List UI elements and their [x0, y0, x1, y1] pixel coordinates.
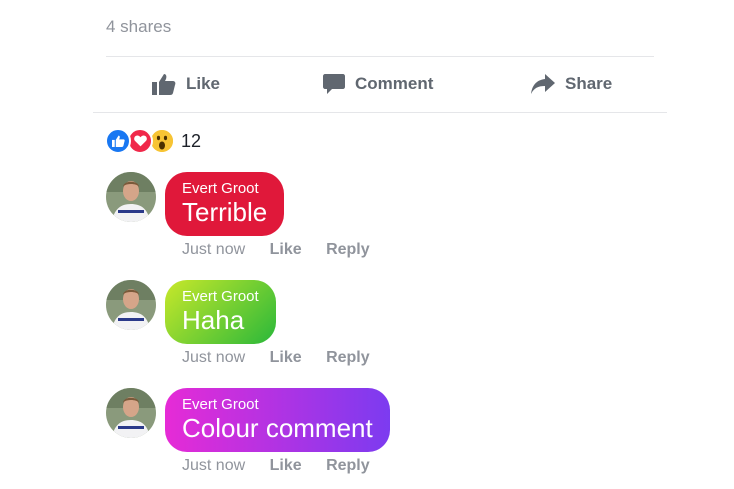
comment-author[interactable]: Evert Groot: [182, 288, 259, 306]
like-label: Like: [186, 74, 221, 93]
shares-count[interactable]: 4 shares: [106, 17, 171, 37]
comment-text: Haha: [182, 305, 245, 335]
divider-top: [106, 56, 654, 57]
comment-text: Colour comment: [182, 413, 373, 443]
comment-reply-link[interactable]: Reply: [326, 241, 370, 258]
comment-timestamp: Just now: [182, 241, 246, 258]
comment-like-link[interactable]: Like: [270, 457, 302, 474]
avatar[interactable]: [106, 172, 156, 222]
comment-timestamp: Just now: [182, 457, 246, 474]
comment-bubble[interactable]: Evert Groot Terrible: [165, 172, 285, 236]
comment-reply-link[interactable]: Reply: [326, 349, 370, 366]
comment-bubble[interactable]: Evert Groot Haha: [165, 280, 276, 344]
share-arrow-icon: [531, 74, 555, 94]
thumbs-up-icon: [152, 74, 176, 95]
comment-timestamp: Just now: [182, 349, 246, 366]
share-label: Share: [565, 74, 613, 93]
comment-like-link[interactable]: Like: [270, 241, 302, 258]
avatar[interactable]: [106, 280, 156, 330]
comment-label: Comment: [355, 74, 434, 93]
comment-text: Terrible: [182, 197, 268, 227]
post-action-bar: Like Comment Share: [106, 58, 654, 110]
comment-meta: Just now Like Reply: [182, 457, 390, 475]
comment-button[interactable]: Comment: [323, 58, 433, 110]
comment-meta: Just now Like Reply: [182, 349, 390, 367]
reaction-count: 12: [181, 130, 202, 151]
avatar[interactable]: [106, 388, 156, 438]
comment-reply-link[interactable]: Reply: [326, 457, 370, 474]
like-button[interactable]: Like: [152, 58, 220, 110]
speech-bubble-icon: [323, 74, 345, 94]
like-reaction-icon: [105, 128, 131, 154]
comment-author[interactable]: Evert Groot: [182, 396, 373, 414]
comment-bubble[interactable]: Evert Groot Colour comment: [165, 388, 390, 452]
comment-meta: Just now Like Reply: [182, 241, 390, 259]
comment-author[interactable]: Evert Groot: [182, 180, 267, 198]
reactions-summary[interactable]: 12: [105, 128, 201, 154]
divider-bottom: [93, 112, 667, 113]
share-button[interactable]: Share: [531, 58, 612, 110]
comment-like-link[interactable]: Like: [270, 349, 302, 366]
